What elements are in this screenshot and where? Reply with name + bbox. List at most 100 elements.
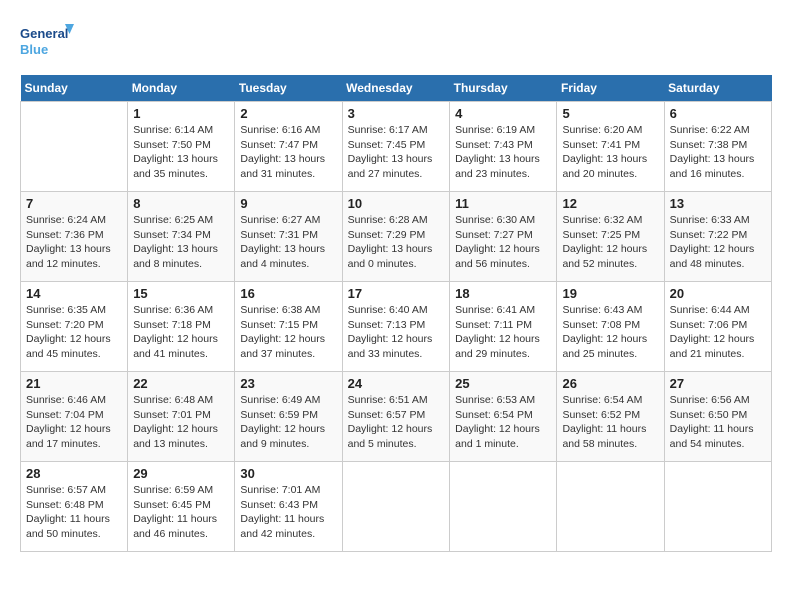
day-info: Sunrise: 6:53 AM Sunset: 6:54 PM Dayligh…: [455, 393, 551, 452]
day-info: Sunrise: 6:20 AM Sunset: 7:41 PM Dayligh…: [562, 123, 658, 182]
day-number: 11: [455, 196, 551, 211]
calendar-cell: 19 Sunrise: 6:43 AM Sunset: 7:08 PM Dayli…: [557, 282, 664, 372]
calendar-cell: 27 Sunrise: 6:56 AM Sunset: 6:50 PM Dayli…: [664, 372, 771, 462]
calendar-cell: [450, 462, 557, 552]
day-number: 25: [455, 376, 551, 391]
day-number: 2: [240, 106, 336, 121]
calendar-cell: 15 Sunrise: 6:36 AM Sunset: 7:18 PM Dayli…: [128, 282, 235, 372]
calendar-table: SundayMondayTuesdayWednesdayThursdayFrid…: [20, 75, 772, 552]
day-info: Sunrise: 6:33 AM Sunset: 7:22 PM Dayligh…: [670, 213, 766, 272]
day-number: 22: [133, 376, 229, 391]
week-row-2: 7Sunrise: 6:24 AM Sunset: 7:36 PM Daylig…: [21, 192, 772, 282]
calendar-cell: 10 Sunrise: 6:28 AM Sunset: 7:29 PM Dayli…: [342, 192, 450, 282]
calendar-cell: 5 Sunrise: 6:20 AM Sunset: 7:41 PM Daylig…: [557, 102, 664, 192]
calendar-cell: 9Sunrise: 6:27 AM Sunset: 7:31 PM Daylig…: [235, 192, 342, 282]
day-number: 5: [562, 106, 658, 121]
day-info: Sunrise: 6:40 AM Sunset: 7:13 PM Dayligh…: [348, 303, 445, 362]
calendar-cell: 3 Sunrise: 6:17 AM Sunset: 7:45 PM Daylig…: [342, 102, 450, 192]
day-number: 29: [133, 466, 229, 481]
day-header-sunday: Sunday: [21, 75, 128, 102]
day-header-thursday: Thursday: [450, 75, 557, 102]
day-info: Sunrise: 6:17 AM Sunset: 7:45 PM Dayligh…: [348, 123, 445, 182]
day-info: Sunrise: 6:14 AM Sunset: 7:50 PM Dayligh…: [133, 123, 229, 182]
day-info: Sunrise: 6:35 AM Sunset: 7:20 PM Dayligh…: [26, 303, 122, 362]
day-number: 17: [348, 286, 445, 301]
day-info: Sunrise: 6:59 AM Sunset: 6:45 PM Dayligh…: [133, 483, 229, 542]
calendar-cell: 17 Sunrise: 6:40 AM Sunset: 7:13 PM Dayli…: [342, 282, 450, 372]
calendar-cell: 30 Sunrise: 7:01 AM Sunset: 6:43 PM Dayli…: [235, 462, 342, 552]
calendar-cell: 8 Sunrise: 6:25 AM Sunset: 7:34 PM Daylig…: [128, 192, 235, 282]
calendar-cell: 24 Sunrise: 6:51 AM Sunset: 6:57 PM Dayli…: [342, 372, 450, 462]
day-info: Sunrise: 6:27 AM Sunset: 7:31 PM Dayligh…: [240, 213, 336, 272]
svg-text:General: General: [20, 26, 68, 41]
day-number: 24: [348, 376, 445, 391]
calendar-cell: 22 Sunrise: 6:48 AM Sunset: 7:01 PM Dayli…: [128, 372, 235, 462]
day-number: 6: [670, 106, 766, 121]
day-header-wednesday: Wednesday: [342, 75, 450, 102]
calendar-cell: 6Sunrise: 6:22 AM Sunset: 7:38 PM Daylig…: [664, 102, 771, 192]
day-info: Sunrise: 6:32 AM Sunset: 7:25 PM Dayligh…: [562, 213, 658, 272]
calendar-cell: [557, 462, 664, 552]
calendar-cell: 7Sunrise: 6:24 AM Sunset: 7:36 PM Daylig…: [21, 192, 128, 282]
day-number: 26: [562, 376, 658, 391]
day-info: Sunrise: 6:49 AM Sunset: 6:59 PM Dayligh…: [240, 393, 336, 452]
day-info: Sunrise: 6:30 AM Sunset: 7:27 PM Dayligh…: [455, 213, 551, 272]
calendar-cell: 21 Sunrise: 6:46 AM Sunset: 7:04 PM Dayli…: [21, 372, 128, 462]
day-number: 15: [133, 286, 229, 301]
calendar-cell: 4Sunrise: 6:19 AM Sunset: 7:43 PM Daylig…: [450, 102, 557, 192]
calendar-cell: [21, 102, 128, 192]
day-info: Sunrise: 6:46 AM Sunset: 7:04 PM Dayligh…: [26, 393, 122, 452]
day-info: Sunrise: 6:38 AM Sunset: 7:15 PM Dayligh…: [240, 303, 336, 362]
day-number: 13: [670, 196, 766, 211]
day-number: 18: [455, 286, 551, 301]
week-row-4: 21 Sunrise: 6:46 AM Sunset: 7:04 PM Dayli…: [21, 372, 772, 462]
day-info: Sunrise: 6:28 AM Sunset: 7:29 PM Dayligh…: [348, 213, 445, 272]
day-info: Sunrise: 7:01 AM Sunset: 6:43 PM Dayligh…: [240, 483, 336, 542]
day-number: 23: [240, 376, 336, 391]
day-number: 21: [26, 376, 122, 391]
day-info: Sunrise: 6:56 AM Sunset: 6:50 PM Dayligh…: [670, 393, 766, 452]
day-number: 10: [348, 196, 445, 211]
week-row-3: 14 Sunrise: 6:35 AM Sunset: 7:20 PM Dayli…: [21, 282, 772, 372]
day-info: Sunrise: 6:25 AM Sunset: 7:34 PM Dayligh…: [133, 213, 229, 272]
logo-svg: General Blue: [20, 20, 75, 65]
day-number: 1: [133, 106, 229, 121]
page-header: General Blue: [20, 20, 772, 65]
calendar-cell: 16 Sunrise: 6:38 AM Sunset: 7:15 PM Dayli…: [235, 282, 342, 372]
calendar-cell: 23 Sunrise: 6:49 AM Sunset: 6:59 PM Dayli…: [235, 372, 342, 462]
calendar-cell: 1 Sunrise: 6:14 AM Sunset: 7:50 PM Daylig…: [128, 102, 235, 192]
day-number: 3: [348, 106, 445, 121]
day-info: Sunrise: 6:57 AM Sunset: 6:48 PM Dayligh…: [26, 483, 122, 542]
day-header-monday: Monday: [128, 75, 235, 102]
day-info: Sunrise: 6:41 AM Sunset: 7:11 PM Dayligh…: [455, 303, 551, 362]
day-number: 27: [670, 376, 766, 391]
calendar-cell: 20Sunrise: 6:44 AM Sunset: 7:06 PM Dayli…: [664, 282, 771, 372]
day-number: 30: [240, 466, 336, 481]
day-number: 8: [133, 196, 229, 211]
day-number: 20: [670, 286, 766, 301]
calendar-cell: 13 Sunrise: 6:33 AM Sunset: 7:22 PM Dayli…: [664, 192, 771, 282]
day-info: Sunrise: 6:16 AM Sunset: 7:47 PM Dayligh…: [240, 123, 336, 182]
day-number: 19: [562, 286, 658, 301]
calendar-header-row: SundayMondayTuesdayWednesdayThursdayFrid…: [21, 75, 772, 102]
day-info: Sunrise: 6:43 AM Sunset: 7:08 PM Dayligh…: [562, 303, 658, 362]
day-info: Sunrise: 6:51 AM Sunset: 6:57 PM Dayligh…: [348, 393, 445, 452]
day-number: 4: [455, 106, 551, 121]
day-number: 12: [562, 196, 658, 211]
logo: General Blue: [20, 20, 75, 65]
day-header-saturday: Saturday: [664, 75, 771, 102]
day-number: 14: [26, 286, 122, 301]
day-header-tuesday: Tuesday: [235, 75, 342, 102]
day-number: 16: [240, 286, 336, 301]
calendar-cell: 2 Sunrise: 6:16 AM Sunset: 7:47 PM Daylig…: [235, 102, 342, 192]
calendar-cell: [664, 462, 771, 552]
day-info: Sunrise: 6:48 AM Sunset: 7:01 PM Dayligh…: [133, 393, 229, 452]
calendar-cell: [342, 462, 450, 552]
calendar-cell: 14 Sunrise: 6:35 AM Sunset: 7:20 PM Dayli…: [21, 282, 128, 372]
calendar-cell: 11 Sunrise: 6:30 AM Sunset: 7:27 PM Dayli…: [450, 192, 557, 282]
day-header-friday: Friday: [557, 75, 664, 102]
day-number: 28: [26, 466, 122, 481]
day-info: Sunrise: 6:36 AM Sunset: 7:18 PM Dayligh…: [133, 303, 229, 362]
calendar-cell: 25 Sunrise: 6:53 AM Sunset: 6:54 PM Dayli…: [450, 372, 557, 462]
week-row-1: 1 Sunrise: 6:14 AM Sunset: 7:50 PM Daylig…: [21, 102, 772, 192]
